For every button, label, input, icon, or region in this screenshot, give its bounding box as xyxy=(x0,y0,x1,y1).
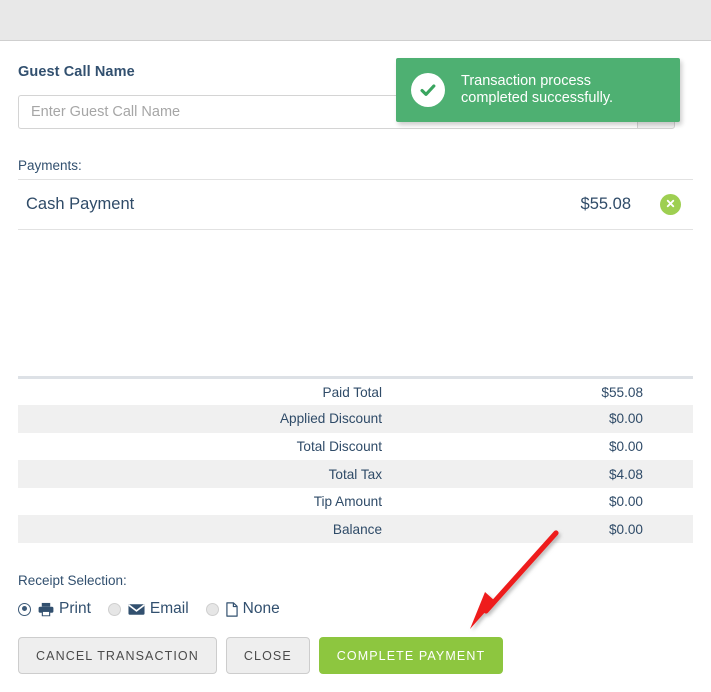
totals-label: Applied Discount xyxy=(279,411,382,427)
totals-label: Paid Total xyxy=(322,384,382,400)
totals-label: Balance xyxy=(332,521,382,537)
radio-none[interactable] xyxy=(205,602,219,616)
totals-row-tip-amount: Tip Amount $0.00 xyxy=(18,488,693,516)
totals-row-total-discount: Total Discount $0.00 xyxy=(18,433,693,461)
close-x-icon xyxy=(665,197,676,212)
totals-row-balance: Balance $0.00 xyxy=(18,515,693,544)
file-icon xyxy=(225,601,238,617)
receipt-option-print[interactable]: Print xyxy=(18,600,91,618)
receipt-selection-label: Receipt Selection: xyxy=(18,573,127,588)
totals-label: Total Discount xyxy=(296,438,382,454)
receipt-selection-group: Print Email None xyxy=(18,600,297,618)
guest-call-name-label: Guest Call Name xyxy=(18,64,135,80)
totals-value: $0.00 xyxy=(608,494,643,510)
radio-email[interactable] xyxy=(107,602,121,616)
payments-heading: Payments: xyxy=(18,158,82,173)
window-top-bar xyxy=(0,0,711,41)
action-button-row: Cancel Transaction Close Complete Paymen… xyxy=(18,637,504,674)
receipt-option-label: Print xyxy=(59,600,91,617)
radio-print[interactable] xyxy=(18,602,31,616)
totals-label: Total Tax xyxy=(328,466,382,482)
toast-message: Transaction process completed successful… xyxy=(461,73,614,106)
totals-row-paid-total: Paid Total $55.08 xyxy=(18,378,693,406)
totals-row-total-tax: Total Tax $4.08 xyxy=(18,460,693,488)
close-button[interactable]: Close xyxy=(225,637,310,674)
totals-table: Paid Total $55.08 Applied Discount $0.00… xyxy=(18,376,693,544)
envelope-icon xyxy=(128,603,145,616)
cancel-transaction-button[interactable]: Cancel Transaction xyxy=(18,637,217,674)
totals-value: $0.00 xyxy=(608,411,643,427)
totals-value: $0.00 xyxy=(608,521,643,537)
check-circle-icon xyxy=(411,73,445,107)
totals-label: Tip Amount xyxy=(313,494,382,510)
payment-row: Cash Payment $55.08 xyxy=(18,180,693,229)
totals-value: $55.08 xyxy=(601,384,643,400)
payment-amount: $55.08 xyxy=(580,195,631,213)
totals-value: $4.08 xyxy=(608,466,643,482)
complete-payment-button[interactable]: Complete Payment xyxy=(318,637,504,674)
receipt-option-label: None xyxy=(242,600,280,617)
remove-payment-button[interactable] xyxy=(660,194,681,215)
receipt-option-label: Email xyxy=(149,600,189,617)
totals-row-applied-discount: Applied Discount $0.00 xyxy=(18,405,693,433)
printer-icon xyxy=(38,602,54,617)
receipt-option-none[interactable]: None xyxy=(205,600,280,618)
payments-list: Cash Payment $55.08 xyxy=(18,179,693,230)
payment-name: Cash Payment xyxy=(26,195,135,213)
receipt-option-email[interactable]: Email xyxy=(107,600,189,618)
totals-value: $0.00 xyxy=(608,438,643,454)
success-toast[interactable]: Transaction process completed successful… xyxy=(396,58,680,122)
